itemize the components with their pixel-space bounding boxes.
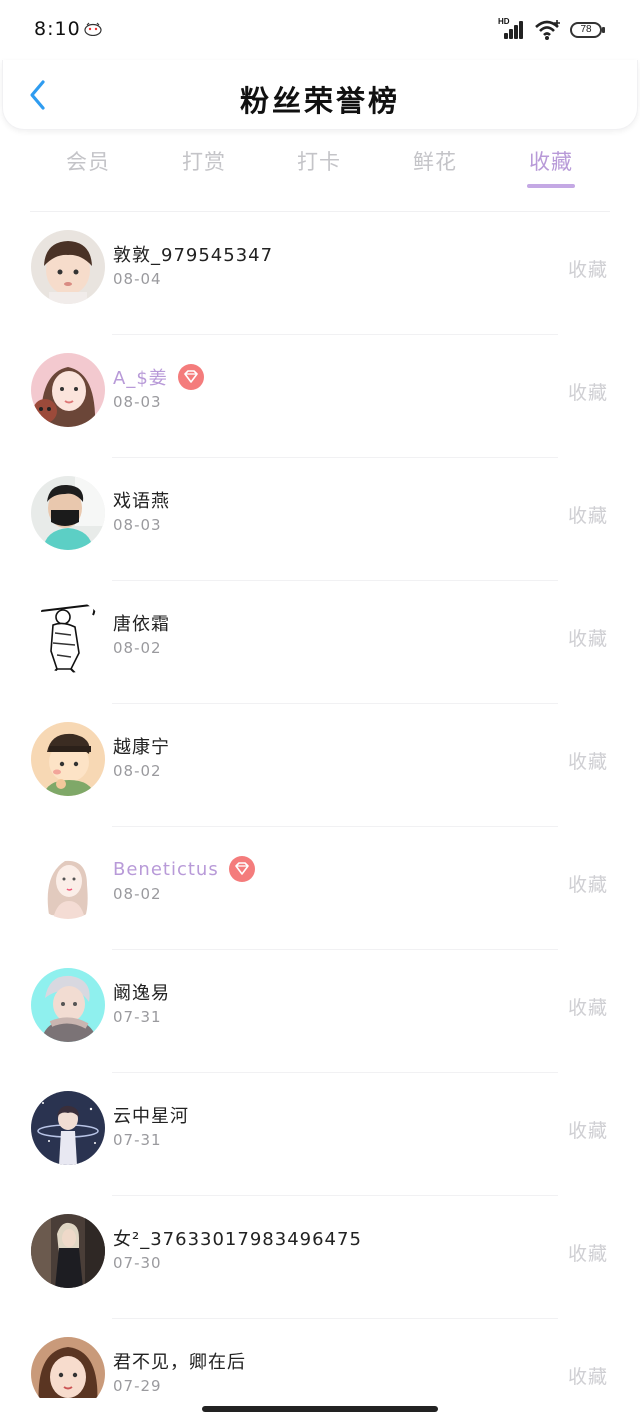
fan-name[interactable]: Benetictus (113, 859, 219, 880)
fan-row[interactable]: 敦敦_979545347 08-04 收藏 (0, 212, 640, 335)
fan-name[interactable]: 阚逸易 (113, 979, 170, 1005)
tab-tips[interactable]: 打赏 (159, 146, 249, 176)
status-time: 8:10 (34, 18, 81, 40)
page-title: 粉丝荣誉榜 (239, 84, 400, 118)
fan-row[interactable]: 戏语燕 08-03 收藏 (0, 458, 640, 581)
network-type: HD (498, 17, 510, 26)
name-line: A_$姜 (113, 363, 204, 391)
favorite-action: 收藏 (567, 751, 608, 773)
name-line: 云中星河 (113, 1101, 189, 1129)
name-line: 敦敦_979545347 (113, 240, 273, 268)
diamond-vip-icon (177, 364, 204, 390)
fan-row[interactable]: A_$姜 08-03 收藏 (0, 335, 640, 458)
favorite-action: 收藏 (567, 628, 608, 650)
fan-date: 07-29 (113, 1377, 162, 1395)
favorite-action: 收藏 (567, 382, 608, 404)
name-line: 戏语燕 (113, 486, 170, 514)
avatar[interactable] (31, 1337, 105, 1398)
fan-list[interactable]: 敦敦_979545347 08-04 收藏 A_$姜 08-03 收藏 戏语燕 08-03 收藏… (0, 212, 640, 1398)
status-bar: 8:10 HD 78 (0, 0, 640, 60)
fan-row[interactable]: 阚逸易 07-31 收藏 (0, 950, 640, 1073)
fan-name[interactable]: 越康宁 (113, 733, 170, 759)
favorite-action: 收藏 (567, 997, 608, 1019)
fan-name[interactable]: 女²_37633017983496475 (113, 1225, 362, 1251)
fan-date: 08-02 (113, 762, 162, 780)
favorite-action: 收藏 (567, 505, 608, 527)
notification-app-icon (84, 22, 102, 36)
avatar[interactable] (31, 1214, 105, 1288)
battery-level: 78 (580, 24, 592, 35)
fan-date: 07-31 (113, 1008, 162, 1026)
fan-date: 07-30 (113, 1254, 162, 1272)
battery-icon: 78 (570, 22, 605, 38)
avatar[interactable] (31, 476, 105, 550)
name-line: 唐依霜 (113, 609, 170, 637)
fan-row[interactable]: 唐依霜 08-02 收藏 (0, 581, 640, 704)
favorite-action: 收藏 (567, 1243, 608, 1265)
fan-date: 07-31 (113, 1131, 162, 1149)
fan-row[interactable]: Benetictus 08-02 收藏 (0, 827, 640, 950)
wifi-icon (535, 20, 560, 40)
favorite-action: 收藏 (567, 1120, 608, 1142)
avatar[interactable] (31, 353, 105, 427)
fan-row[interactable]: 越康宁 08-02 收藏 (0, 704, 640, 827)
active-tab-indicator (527, 184, 575, 188)
tab-flowers[interactable]: 鲜花 (390, 146, 480, 176)
fan-row[interactable]: 女²_37633017983496475 07-30 收藏 (0, 1196, 640, 1319)
avatar[interactable] (31, 722, 105, 796)
favorite-action: 收藏 (567, 874, 608, 896)
cellular-signal-icon: HD (498, 17, 526, 41)
tab-members[interactable]: 会员 (43, 146, 133, 176)
fan-name[interactable]: 戏语燕 (113, 487, 170, 513)
tab-favorites[interactable]: 收藏 (506, 146, 596, 176)
avatar[interactable] (31, 845, 105, 919)
avatar[interactable] (31, 230, 105, 304)
name-line: 女²_37633017983496475 (113, 1224, 362, 1252)
name-line: 阚逸易 (113, 978, 170, 1006)
fan-row[interactable]: 云中星河 07-31 收藏 (0, 1073, 640, 1196)
fan-name[interactable]: A_$姜 (113, 364, 168, 390)
avatar[interactable] (31, 968, 105, 1042)
avatar[interactable] (31, 599, 105, 673)
tab-bar: 会员 打赏 打卡 鲜花 收藏 (30, 140, 610, 210)
name-line: Benetictus (113, 855, 255, 883)
fan-name[interactable]: 敦敦_979545347 (113, 241, 273, 267)
tab-checkin[interactable]: 打卡 (274, 146, 364, 176)
fan-date: 08-02 (113, 885, 162, 903)
home-indicator[interactable] (202, 1406, 438, 1412)
header-bar: 粉丝荣誉榜 (2, 60, 638, 130)
fan-name[interactable]: 云中星河 (113, 1102, 189, 1128)
fan-date: 08-03 (113, 393, 162, 411)
fan-date: 08-03 (113, 516, 162, 534)
favorite-action: 收藏 (567, 1366, 608, 1388)
fan-name[interactable]: 君不见，卿在后 (113, 1348, 246, 1374)
fan-name[interactable]: 唐依霜 (113, 610, 170, 636)
avatar[interactable] (31, 1091, 105, 1165)
favorite-action: 收藏 (567, 259, 608, 281)
fan-date: 08-02 (113, 639, 162, 657)
fan-date: 08-04 (113, 270, 162, 288)
diamond-vip-icon (228, 856, 255, 882)
fan-row[interactable]: 君不见，卿在后 07-29 收藏 (0, 1319, 640, 1398)
name-line: 君不见，卿在后 (113, 1347, 246, 1375)
name-line: 越康宁 (113, 732, 170, 760)
status-icons: HD 78 (498, 17, 605, 42)
